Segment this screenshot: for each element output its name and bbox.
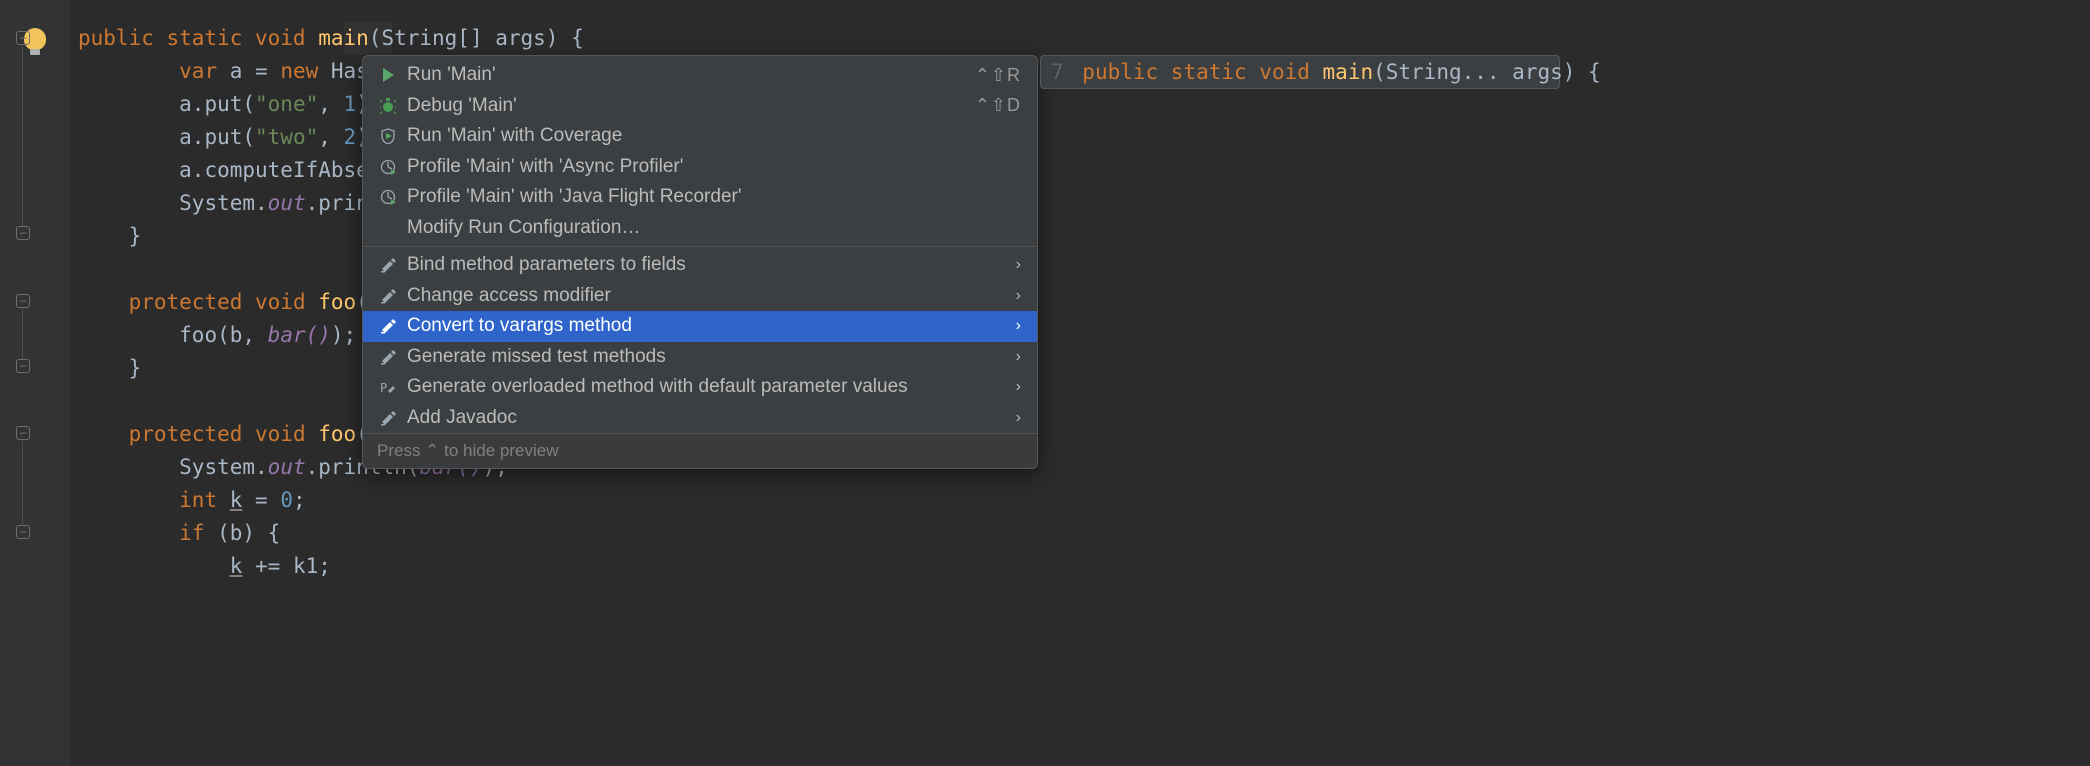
- chevron-right-icon: ›: [1016, 348, 1021, 366]
- intention-preview-panel: 7 public static void main(String... args…: [1040, 55, 1560, 89]
- fold-marker-icon[interactable]: −: [16, 226, 30, 240]
- menu-label: Modify Run Configuration…: [407, 217, 1021, 239]
- keyword: public static void: [1070, 60, 1323, 84]
- menu-shortcut: ⌃⇧D: [975, 95, 1021, 116]
- fold-marker-icon[interactable]: −: [16, 294, 30, 308]
- chevron-right-icon: ›: [1016, 378, 1021, 396]
- preview-line-number: 7: [1051, 60, 1064, 84]
- menu-label: Profile 'Main' with 'Java Flight Recorde…: [407, 186, 1021, 208]
- menu-label: Add Javadoc: [407, 407, 1006, 429]
- code-line[interactable]: k += k1;: [70, 550, 2090, 583]
- intention-icon: [375, 257, 401, 273]
- run-icon: [375, 67, 401, 83]
- intention-params-icon: P: [375, 379, 401, 395]
- menu-item-debug[interactable]: Debug 'Main' ⌃⇧D: [363, 91, 1037, 122]
- menu-label: Debug 'Main': [407, 95, 975, 117]
- profile-icon: [375, 189, 401, 205]
- menu-shortcut: ⌃⇧R: [975, 65, 1021, 86]
- method-name: main: [1323, 60, 1374, 84]
- intention-actions-popup: Run 'Main' ⌃⇧R Debug 'Main' ⌃⇧D Run 'Mai…: [362, 55, 1038, 469]
- menu-item-generate-tests[interactable]: Generate missed test methods ›: [363, 342, 1037, 373]
- intention-icon: [375, 318, 401, 334]
- menu-item-generate-overload[interactable]: P Generate overloaded method with defaul…: [363, 372, 1037, 403]
- chevron-right-icon: ›: [1016, 317, 1021, 335]
- menu-item-bind-params[interactable]: Bind method parameters to fields ›: [363, 250, 1037, 281]
- menu-label: Run 'Main' with Coverage: [407, 125, 1021, 147]
- menu-item-profile-async[interactable]: Profile 'Main' with 'Async Profiler': [363, 152, 1037, 183]
- fold-marker-icon[interactable]: −: [16, 359, 30, 373]
- menu-item-profile-jfr[interactable]: Profile 'Main' with 'Java Flight Recorde…: [363, 182, 1037, 213]
- keyword: public static void: [78, 26, 318, 50]
- code-text: (String... args) {: [1373, 60, 1601, 84]
- code-line[interactable]: if (b) {: [70, 517, 2090, 550]
- intention-icon: [375, 410, 401, 426]
- code-text: (String[] args) {: [369, 26, 584, 50]
- intention-bulb-icon[interactable]: [0, 22, 70, 55]
- popup-footer-hint: Press ⌃ to hide preview: [363, 433, 1037, 468]
- fold-marker-icon[interactable]: −: [16, 426, 30, 440]
- menu-label: Run 'Main': [407, 64, 975, 86]
- menu-item-run-coverage[interactable]: Run 'Main' with Coverage: [363, 121, 1037, 152]
- menu-label: Bind method parameters to fields: [407, 254, 1006, 276]
- editor-gutter: − − − − − −: [0, 0, 70, 766]
- chevron-right-icon: ›: [1016, 287, 1021, 305]
- method-name: main: [318, 26, 369, 50]
- menu-separator: [363, 246, 1037, 247]
- menu-item-modify-run-config[interactable]: Modify Run Configuration…: [363, 213, 1037, 244]
- menu-label: Profile 'Main' with 'Async Profiler': [407, 156, 1021, 178]
- code-line[interactable]: public static void main(String[] args) {: [70, 22, 2090, 55]
- menu-item-run[interactable]: Run 'Main' ⌃⇧R: [363, 60, 1037, 91]
- coverage-icon: [375, 128, 401, 144]
- code-line[interactable]: int k = 0;: [70, 484, 2090, 517]
- fold-marker-icon[interactable]: −: [16, 525, 30, 539]
- fold-marker-icon[interactable]: −: [16, 31, 30, 45]
- menu-label: Generate missed test methods: [407, 346, 1006, 368]
- chevron-right-icon: ›: [1016, 409, 1021, 427]
- menu-label: Change access modifier: [407, 285, 1006, 307]
- menu-item-add-javadoc[interactable]: Add Javadoc ›: [363, 403, 1037, 434]
- debug-icon: [375, 98, 401, 114]
- fold-line: [22, 46, 23, 226]
- menu-label: Generate overloaded method with default …: [407, 376, 1006, 398]
- svg-text:P: P: [380, 381, 387, 395]
- menu-label: Convert to varargs method: [407, 315, 1006, 337]
- intention-icon: [375, 288, 401, 304]
- fold-line: [22, 441, 23, 525]
- fold-line: [22, 309, 23, 359]
- menu-item-convert-varargs[interactable]: Convert to varargs method ›: [363, 311, 1037, 342]
- profile-icon: [375, 159, 401, 175]
- intention-icon: [375, 349, 401, 365]
- menu-item-change-access[interactable]: Change access modifier ›: [363, 281, 1037, 312]
- chevron-right-icon: ›: [1016, 256, 1021, 274]
